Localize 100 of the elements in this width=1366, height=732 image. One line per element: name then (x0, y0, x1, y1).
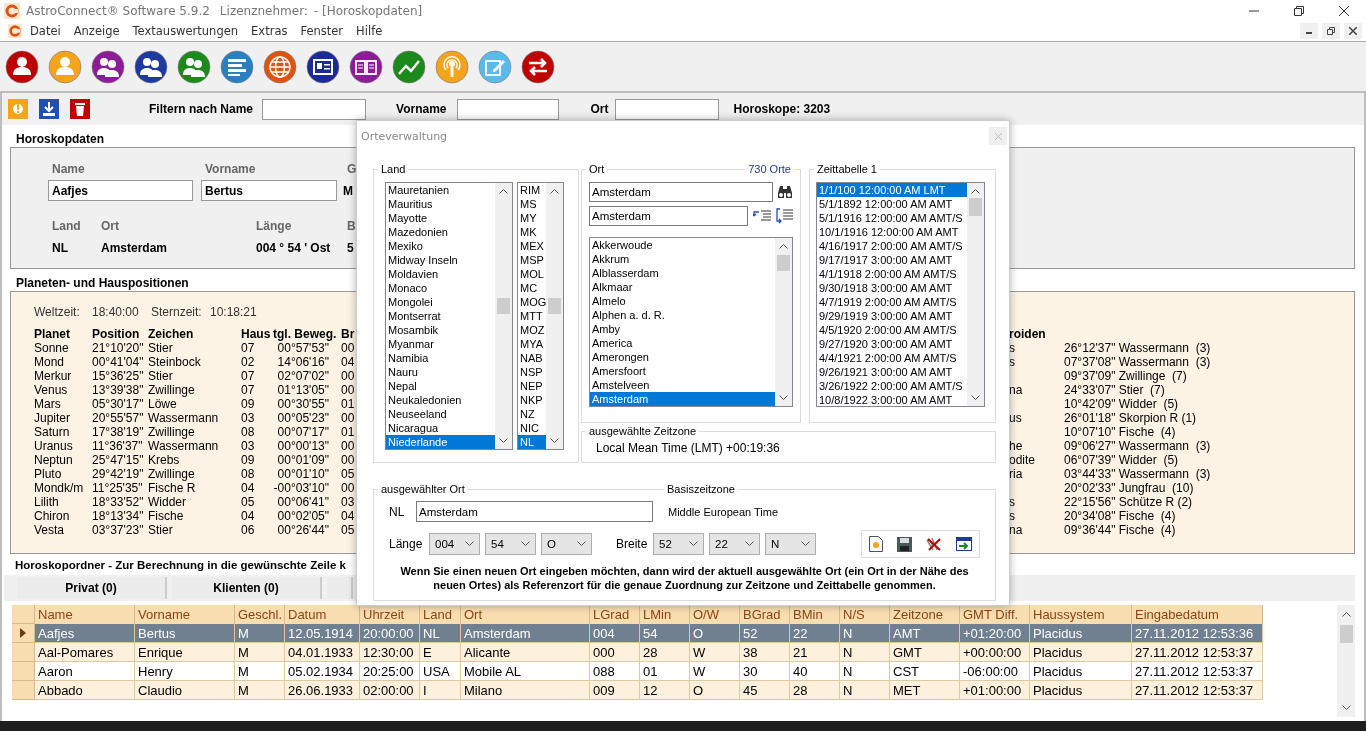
list-item[interactable]: Akkrum (590, 252, 775, 266)
dropdown[interactable]: 22 (709, 533, 760, 555)
table-row[interactable]: Abbado Claudio M 26.06.1933 02:00:00 I Milano 009 12 O 45 28 N MET +01:00:00 Placidus 27.11.2012 12:53:37 (12, 681, 1334, 700)
list-item[interactable]: MC (518, 281, 547, 295)
list-item[interactable]: MYA (518, 337, 547, 351)
ort-filter-field[interactable] (614, 98, 719, 120)
list-item[interactable]: Alblasserdam (590, 266, 775, 280)
list-item[interactable]: 4/4/1921 2:00:00 AM AMT/S (817, 351, 967, 365)
list-item[interactable]: 4/1/1918 2:00:00 AM AMT/S (817, 267, 967, 281)
list-item[interactable]: Nauru (386, 365, 495, 379)
dropdown[interactable]: N (765, 533, 816, 555)
list-item[interactable]: 4/5/1920 2:00:00 AM AMT/S (817, 323, 967, 337)
close-button[interactable] (1344, 23, 1362, 39)
name-field[interactable]: Aafjes (48, 180, 193, 201)
dropdown[interactable]: O (541, 533, 592, 555)
menu-item[interactable]: Hilfe (356, 24, 383, 38)
list-item[interactable]: Montserrat (386, 309, 495, 323)
chart-icon[interactable] (392, 49, 426, 84)
list-item[interactable]: Myanmar (386, 337, 495, 351)
chevron-down-icon[interactable] (1341, 705, 1351, 711)
scrollbar[interactable] (967, 183, 984, 406)
list-item[interactable]: NSP (518, 365, 547, 379)
list-item[interactable]: RIM (518, 183, 547, 197)
place-search-field[interactable]: Amsterdam (589, 182, 773, 202)
column-header[interactable]: Datum (285, 605, 360, 624)
list-item[interactable]: NKP (518, 393, 547, 407)
list-item[interactable]: MOL (518, 267, 547, 281)
chevron-down-icon[interactable] (971, 395, 980, 401)
download-icon[interactable] (39, 99, 59, 119)
restore-button[interactable] (1322, 23, 1340, 39)
scrollbar-thumb[interactable] (969, 198, 982, 216)
list-item[interactable]: 5/1/1892 12:00:00 AM AMT (817, 197, 967, 211)
book-icon[interactable] (349, 49, 383, 84)
minimize-button[interactable] (1300, 23, 1318, 39)
list-item[interactable]: Akkerwoude (590, 238, 775, 252)
tab[interactable]: Klienten (0) (172, 577, 322, 599)
chevron-up-icon[interactable] (779, 243, 788, 249)
list-item[interactable]: 9/30/1918 3:00:00 AM AMT (817, 281, 967, 295)
list-item[interactable]: Moldavien (386, 267, 495, 281)
people-icon[interactable] (177, 49, 211, 84)
list-item[interactable]: MY (518, 211, 547, 225)
list-item[interactable]: 4/7/1919 2:00:00 AM AMT/S (817, 295, 967, 309)
list-item[interactable]: Mayotte (386, 211, 495, 225)
list-item[interactable]: Amerongen (590, 350, 775, 364)
broadcast-icon[interactable] (435, 49, 469, 84)
list-item[interactable]: 9/26/1921 3:00:00 AM AMT (817, 365, 967, 379)
id-card-icon[interactable] (306, 49, 340, 84)
vorname-filter-field[interactable] (456, 98, 559, 120)
scrollbar[interactable] (495, 183, 512, 449)
list-item[interactable]: Amsterdam (590, 392, 775, 406)
column-header[interactable]: Geschl. (235, 605, 285, 624)
scrollbar[interactable] (1337, 605, 1355, 717)
tab[interactable]: Privat (0) (17, 577, 167, 599)
globe-icon[interactable] (263, 49, 297, 84)
list-item[interactable]: 9/17/1917 3:00:00 AM AMT (817, 253, 967, 267)
list-item[interactable]: Monaco (386, 281, 495, 295)
table-row[interactable]: Aal-Pomares Enrique M 04.01.1933 12:30:00 E Alicante 000 28 W 38 21 N GMT +00:00:00 Placidus 27.11.2012 12:53:37 (12, 643, 1334, 662)
chevron-down-icon[interactable] (550, 438, 560, 444)
list-icon[interactable] (220, 49, 254, 84)
column-header[interactable]: Haussystem (1030, 605, 1132, 624)
list-item[interactable]: Mazedonien (386, 225, 495, 239)
list-item[interactable]: MOZ (518, 323, 547, 337)
list-arrow-icon[interactable] (753, 209, 771, 223)
place-filter-field[interactable]: Amsterdam (589, 206, 748, 226)
list-item[interactable]: MS (518, 197, 547, 211)
list-item[interactable]: MK (518, 225, 547, 239)
scrollbar-thumb[interactable] (548, 298, 562, 314)
list-item[interactable]: Amstelveen (590, 378, 775, 392)
list-item[interactable]: 4/16/1917 2:00:00 AM AMT/S (817, 239, 967, 253)
swap-arrows-icon[interactable] (521, 49, 555, 84)
list-item[interactable]: 10/8/1922 3:00:00 AM AMT (817, 393, 967, 406)
list-item[interactable]: Mexiko (386, 239, 495, 253)
menu-item[interactable]: Extras (251, 24, 288, 38)
column-header[interactable]: Eingabedatum (1132, 605, 1263, 624)
list-item[interactable]: Nepal (386, 379, 495, 393)
column-header[interactable]: GMT Diff. (960, 605, 1030, 624)
scrollbar[interactable] (546, 183, 563, 449)
chevron-up-icon[interactable] (971, 188, 980, 194)
menu-item[interactable]: Datei (30, 24, 61, 38)
menu-item[interactable]: Anzeige (73, 24, 120, 38)
list-item[interactable]: MTT (518, 309, 547, 323)
scrollbar[interactable] (775, 238, 792, 406)
list-item[interactable]: NZ (518, 407, 547, 421)
menu-item[interactable]: Fenster (300, 24, 344, 38)
scrollbar-thumb[interactable] (497, 298, 510, 314)
menu-item[interactable]: Textauswertungen (132, 24, 239, 38)
vorname-field[interactable]: Bertus (201, 180, 337, 201)
list-item[interactable]: Alkmaar (590, 280, 775, 294)
list-item[interactable]: Amersfoort (590, 364, 775, 378)
list-item[interactable]: 10/1/1916 12:00:00 AM AMT (817, 225, 967, 239)
chevron-up-icon[interactable] (499, 188, 508, 194)
pencil-icon[interactable] (478, 49, 512, 84)
list-item[interactable]: Neuseeland (386, 407, 495, 421)
people-icon[interactable] (91, 49, 125, 84)
list-arrow-icon[interactable] (775, 208, 793, 224)
list-item[interactable]: Nicaragua (386, 421, 495, 435)
list-item[interactable]: Mauritius (386, 197, 495, 211)
dropdown[interactable]: 004 (429, 533, 480, 555)
list-item[interactable]: NIC (518, 421, 547, 435)
list-item[interactable]: MEX (518, 239, 547, 253)
